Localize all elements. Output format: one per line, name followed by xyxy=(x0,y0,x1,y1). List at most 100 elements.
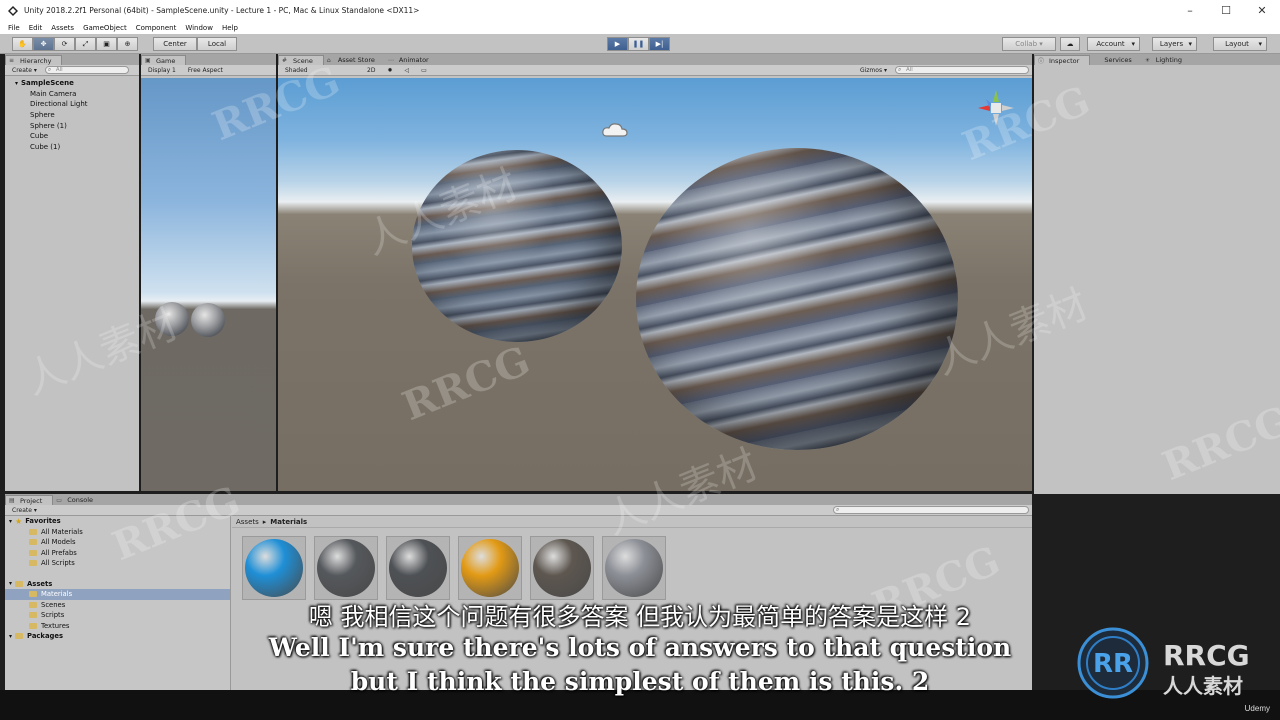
favorite-all-materials[interactable]: All Materials xyxy=(5,527,230,538)
tab-console[interactable]: ▭ Console xyxy=(53,495,103,505)
close-button[interactable]: ✕ xyxy=(1244,0,1280,21)
game-controller-icon: ▣ xyxy=(145,57,151,64)
material-thumb-6[interactable] xyxy=(602,536,666,600)
effects-toggle-icon[interactable]: ▭ xyxy=(417,66,431,74)
window-controls: – ☐ ✕ xyxy=(1172,0,1280,21)
menu-window[interactable]: Window xyxy=(185,24,213,32)
tab-services[interactable]: Services xyxy=(1090,55,1141,65)
project-create-button[interactable]: Create ▾ xyxy=(8,506,41,514)
material-thumb-2[interactable] xyxy=(314,536,378,600)
game-viewport[interactable] xyxy=(141,78,276,491)
hierarchy-item-cube[interactable]: Cube xyxy=(5,131,139,142)
menu-component[interactable]: Component xyxy=(136,24,177,32)
search-folder-icon xyxy=(29,528,37,535)
favorites-header[interactable]: ★Favorites xyxy=(5,516,230,527)
hierarchy-item-sphere[interactable]: Sphere xyxy=(5,110,139,121)
hierarchy-item-cube-1[interactable]: Cube (1) xyxy=(5,142,139,153)
layout-dropdown[interactable]: Layout xyxy=(1213,37,1267,51)
pivot-center-button[interactable]: Center xyxy=(153,37,197,51)
audio-toggle-icon[interactable]: ◁ xyxy=(400,66,413,74)
tab-hierarchy[interactable]: ≡ Hierarchy xyxy=(5,55,63,65)
scale-tool-icon[interactable]: ⤢ xyxy=(75,37,96,51)
move-tool-icon[interactable]: ✥ xyxy=(33,37,54,51)
account-dropdown[interactable]: Account xyxy=(1087,37,1140,51)
play-button[interactable]: ▶ xyxy=(607,37,628,51)
tab-lighting[interactable]: ☀ Lighting xyxy=(1142,55,1192,65)
transform-tool-icon[interactable]: ⊕ xyxy=(117,37,138,51)
tab-game[interactable]: ▣ Game xyxy=(141,55,187,65)
pivot-local-button[interactable]: Local xyxy=(197,37,237,51)
layout-label: Layout xyxy=(1225,40,1249,48)
game-sphere-large xyxy=(191,303,225,337)
transform-tools: ✋ ✥ ⟳ ⤢ ▣ ⊕ xyxy=(12,37,138,51)
orientation-gizmo-icon[interactable] xyxy=(972,84,1020,132)
display-dropdown[interactable]: Display 1 xyxy=(144,66,180,74)
tab-scene[interactable]: # Scene xyxy=(278,55,324,65)
rrcg-logo: RR RRCG 人人素材 xyxy=(1077,625,1277,700)
menu-file[interactable]: File xyxy=(8,24,20,32)
layout-group: Layout xyxy=(1213,37,1267,51)
logo-brand-zh: 人人素材 xyxy=(1163,674,1243,698)
layers-dropdown[interactable]: Layers xyxy=(1152,37,1197,51)
scene-grid-icon: # xyxy=(282,57,288,64)
skybox-cloud-icon xyxy=(602,123,628,137)
minimize-button[interactable]: – xyxy=(1172,0,1208,21)
favorite-label: All Materials xyxy=(41,527,83,536)
menu-edit[interactable]: Edit xyxy=(29,24,43,32)
rect-tool-icon[interactable]: ▣ xyxy=(96,37,117,51)
favorite-all-models[interactable]: All Models xyxy=(5,537,230,548)
scene-sphere-1[interactable] xyxy=(636,148,958,450)
material-ball xyxy=(533,539,591,597)
hierarchy-item-directional-light[interactable]: Directional Light xyxy=(5,99,139,110)
project-search-input[interactable] xyxy=(833,506,1029,514)
search-folder-icon xyxy=(29,539,37,546)
layers-label: Layers xyxy=(1159,40,1184,48)
breadcrumb-materials[interactable]: Materials xyxy=(270,518,307,526)
assets-label: Assets xyxy=(27,579,53,588)
collab-group: Collab ▾ xyxy=(1002,37,1056,51)
menu-gameobject[interactable]: GameObject xyxy=(83,24,127,32)
hierarchy-item-sphere-1[interactable]: Sphere (1) xyxy=(5,120,139,131)
aspect-dropdown[interactable]: Free Aspect xyxy=(184,66,227,74)
scene-root[interactable]: SampleScene xyxy=(5,78,139,89)
tab-animator[interactable]: ⋯ Animator xyxy=(385,55,439,65)
mode-2d-toggle[interactable]: 2D xyxy=(363,66,379,74)
shading-dropdown[interactable]: Shaded xyxy=(281,66,359,74)
tab-scene-label: Scene xyxy=(293,56,313,65)
material-thumb-3[interactable] xyxy=(386,536,450,600)
scene-viewport[interactable] xyxy=(278,78,1032,491)
tab-asset-store[interactable]: ⌂ Asset Store xyxy=(324,55,385,65)
hierarchy-item-main-camera[interactable]: Main Camera xyxy=(5,89,139,100)
breadcrumb-separator-icon: ▸ xyxy=(262,517,267,526)
favorites-label: Favorites xyxy=(25,517,61,526)
material-thumb-5[interactable] xyxy=(530,536,594,600)
tab-project[interactable]: ▤ Project xyxy=(5,495,54,505)
lightbulb-icon: ☀ xyxy=(1144,56,1151,64)
tab-inspector[interactable]: ⓘ Inspector xyxy=(1034,55,1091,65)
material-thumb-1[interactable] xyxy=(242,536,306,600)
tab-project-label: Project xyxy=(20,496,43,505)
gizmos-dropdown[interactable]: Gizmos ▾ xyxy=(856,66,891,74)
cloud-icon[interactable]: ☁ xyxy=(1060,37,1080,51)
favorite-all-prefabs[interactable]: All Prefabs xyxy=(5,548,230,559)
scene-search-input[interactable]: All xyxy=(895,66,1029,74)
rrcg-logo-icon: RR RRCG 人人素材 xyxy=(1077,627,1250,699)
pause-button[interactable]: ❚❚ xyxy=(628,37,649,51)
hierarchy-search-input[interactable]: All xyxy=(44,66,129,74)
rotate-tool-icon[interactable]: ⟳ xyxy=(54,37,75,51)
material-thumb-4[interactable] xyxy=(458,536,522,600)
collab-button[interactable]: Collab ▾ xyxy=(1002,37,1056,51)
favorite-all-scripts[interactable]: All Scripts xyxy=(5,558,230,569)
step-button[interactable]: ▶| xyxy=(649,37,670,51)
menu-assets[interactable]: Assets xyxy=(51,24,74,32)
main-toolbar: ✋ ✥ ⟳ ⤢ ▣ ⊕ Center Local ▶ ❚❚ ▶| Collab … xyxy=(0,34,1280,54)
hand-tool-icon[interactable]: ✋ xyxy=(12,37,33,51)
lighting-toggle-icon[interactable]: ✹ xyxy=(383,66,396,74)
material-ball xyxy=(245,539,303,597)
tab-lighting-label: Lighting xyxy=(1155,56,1183,64)
maximize-button[interactable]: ☐ xyxy=(1208,0,1244,21)
menu-help[interactable]: Help xyxy=(222,24,238,32)
hierarchy-create-button[interactable]: Create ▾ xyxy=(8,66,41,74)
breadcrumb-assets[interactable]: Assets xyxy=(236,518,259,526)
assets-header[interactable]: Assets xyxy=(5,579,230,590)
